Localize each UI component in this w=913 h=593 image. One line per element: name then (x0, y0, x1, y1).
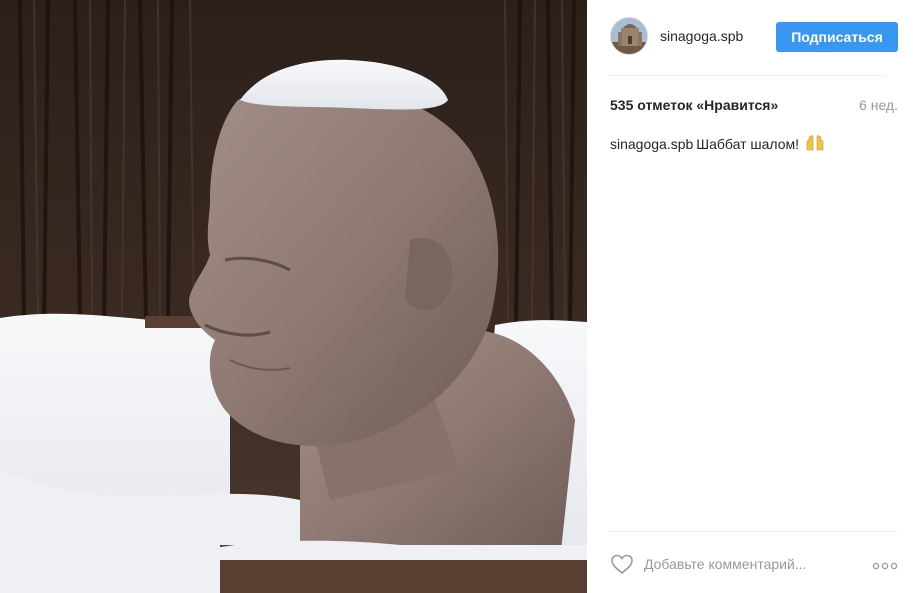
synagogue-icon (611, 18, 647, 54)
comment-row (609, 551, 898, 577)
raising-hands-emoji (805, 135, 825, 151)
post-caption: sinagoga.spb Шаббат шалом! (610, 135, 825, 152)
post-date[interactable]: 6 нед. (859, 97, 898, 113)
caption-text: Шаббат шалом! (696, 136, 800, 152)
post-sidebar: sinagoga.spb Подписаться 535 отметок «Нр… (587, 0, 913, 593)
caption-author[interactable]: sinagoga.spb (610, 136, 693, 152)
synagogue-avatar[interactable] (610, 17, 648, 55)
post-header: sinagoga.spb Подписаться (609, 0, 898, 76)
username-link[interactable]: sinagoga.spb (660, 28, 743, 44)
snowy-bust-photo (0, 0, 587, 593)
heart-icon[interactable] (610, 553, 634, 575)
divider (609, 531, 898, 532)
more-dots-icon[interactable] (872, 558, 898, 570)
follow-button[interactable]: Подписаться (776, 22, 898, 52)
post-meta: 535 отметок «Нравится» 6 нед. (609, 96, 898, 116)
raising-hands-icon (806, 135, 824, 151)
comment-input[interactable] (644, 553, 864, 575)
likes-count[interactable]: 535 отметок «Нравится» (610, 97, 778, 113)
post-photo[interactable] (0, 0, 587, 593)
